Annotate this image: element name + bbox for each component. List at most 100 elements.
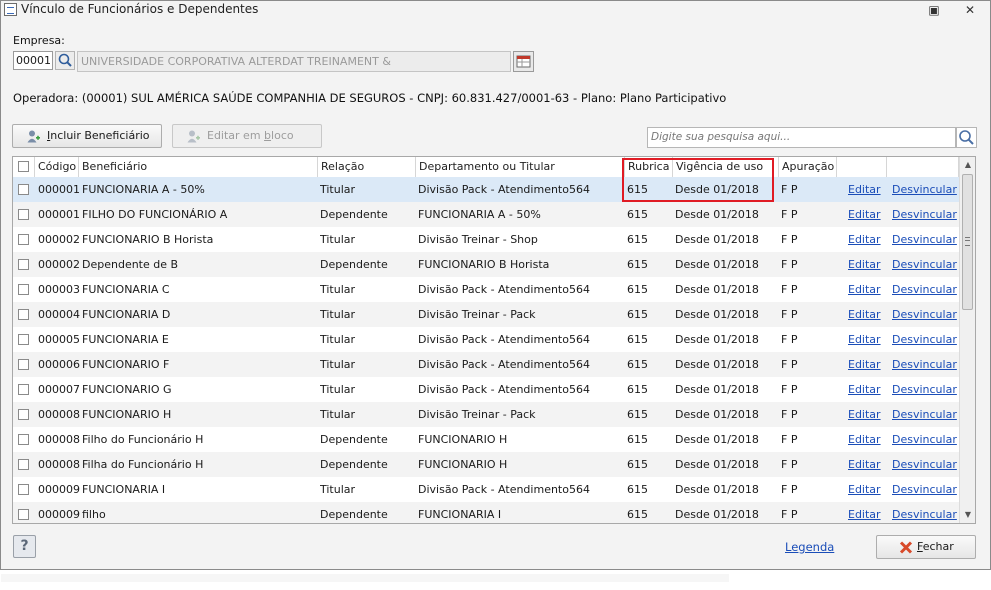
row-checkbox[interactable] bbox=[18, 184, 29, 195]
edit-link[interactable]: Editar bbox=[848, 477, 881, 502]
unlink-link[interactable]: Desvincular bbox=[892, 402, 957, 427]
edit-link[interactable]: Editar bbox=[848, 327, 881, 352]
row-checkbox[interactable] bbox=[18, 509, 29, 520]
edit-link[interactable]: Editar bbox=[848, 227, 881, 252]
cell-beneficiario: FUNCIONARIA C bbox=[82, 283, 170, 296]
vertical-scrollbar[interactable]: ▲ ▼ bbox=[959, 157, 975, 523]
table-row[interactable]: 000001 FUNCIONARIA A - 50% Titular Divisão … bbox=[13, 177, 959, 202]
help-button[interactable]: ? bbox=[13, 535, 36, 558]
cell-apuracao: F P bbox=[781, 258, 798, 271]
unlink-link[interactable]: Desvincular bbox=[892, 302, 957, 327]
table-row[interactable]: 000005 FUNCIONARIA E Titular Divisão Pack -… bbox=[13, 327, 959, 352]
grid-header: Código Beneficiário Relação Departamento… bbox=[13, 157, 959, 178]
table-row[interactable]: 000008 Filho do Funcionário H Dependente FU… bbox=[13, 427, 959, 452]
row-checkbox[interactable] bbox=[18, 334, 29, 345]
magnifier-icon bbox=[58, 53, 72, 67]
unlink-link[interactable]: Desvincular bbox=[892, 377, 957, 402]
row-checkbox[interactable] bbox=[18, 484, 29, 495]
table-row[interactable]: 000008 FUNCIONARIO H Titular Divisão Treina… bbox=[13, 402, 959, 427]
cell-beneficiario: Filho do Funcionário H bbox=[82, 433, 204, 446]
edit-link[interactable]: Editar bbox=[848, 402, 881, 427]
grid-search-button[interactable] bbox=[956, 127, 977, 148]
header-select-all[interactable] bbox=[13, 157, 35, 177]
row-checkbox[interactable] bbox=[18, 409, 29, 420]
table-row[interactable]: 000008 Filha do Funcionário H Dependente FU… bbox=[13, 452, 959, 477]
close-window-icon[interactable]: ✕ bbox=[961, 2, 979, 18]
table-row[interactable]: 000002 FUNCIONARIO B Horista Titular Divisã… bbox=[13, 227, 959, 252]
table-row[interactable]: 000004 FUNCIONARIA D Titular Divisão Treina… bbox=[13, 302, 959, 327]
legenda-link[interactable]: Legenda bbox=[785, 540, 834, 554]
header-relacao[interactable]: Relação bbox=[318, 157, 416, 177]
table-row[interactable]: 000001 FILHO DO FUNCIONÁRIO A Dependente FU… bbox=[13, 202, 959, 227]
row-checkbox[interactable] bbox=[18, 284, 29, 295]
edit-link[interactable]: Editar bbox=[848, 452, 881, 477]
row-checkbox[interactable] bbox=[18, 259, 29, 270]
close-button[interactable]: Fechar bbox=[876, 535, 976, 559]
table-row[interactable]: 000007 FUNCIONARIO G Titular Divisão Pack -… bbox=[13, 377, 959, 402]
unlink-link[interactable]: Desvincular bbox=[892, 277, 957, 302]
header-codigo[interactable]: Código bbox=[35, 157, 79, 177]
unlink-link[interactable]: Desvincular bbox=[892, 502, 957, 523]
company-details-button[interactable] bbox=[513, 51, 534, 72]
select-all-checkbox[interactable] bbox=[18, 161, 29, 172]
cell-beneficiario: filho bbox=[82, 508, 106, 521]
table-row[interactable]: 000002 Dependente de B Dependente FUNCIONAR… bbox=[13, 252, 959, 277]
edit-link[interactable]: Editar bbox=[848, 502, 881, 523]
scroll-up-icon[interactable]: ▲ bbox=[963, 160, 973, 170]
row-checkbox[interactable] bbox=[18, 209, 29, 220]
header-vigencia[interactable]: Vigência de uso bbox=[673, 157, 779, 177]
edit-in-block-button[interactable]: Editar em bloco bbox=[172, 124, 322, 148]
edit-link[interactable]: Editar bbox=[848, 177, 881, 202]
table-row[interactable]: 000009 filho Dependente FUNCIONARIA I 615 Des… bbox=[13, 502, 959, 523]
header-apuracao[interactable]: Apuração bbox=[779, 157, 837, 177]
unlink-link[interactable]: Desvincular bbox=[892, 477, 957, 502]
edit-link[interactable]: Editar bbox=[848, 302, 881, 327]
header-rubrica[interactable]: Rubrica bbox=[625, 157, 673, 177]
cell-rubrica: 615 bbox=[627, 183, 648, 196]
edit-link[interactable]: Editar bbox=[848, 252, 881, 277]
header-departamento[interactable]: Departamento ou Titular bbox=[416, 157, 625, 177]
cell-departamento: Divisão Pack - Atendimento564 bbox=[418, 333, 590, 346]
cell-relacao: Titular bbox=[320, 483, 356, 496]
edit-link[interactable]: Editar bbox=[848, 427, 881, 452]
unlink-link[interactable]: Desvincular bbox=[892, 452, 957, 477]
grid-search-input[interactable]: Digite sua pesquisa aqui... bbox=[647, 127, 956, 148]
cell-relacao: Dependente bbox=[320, 458, 388, 471]
unlink-link[interactable]: Desvincular bbox=[892, 202, 957, 227]
cell-rubrica: 615 bbox=[627, 508, 648, 521]
unlink-link[interactable]: Desvincular bbox=[892, 177, 957, 202]
empresa-search-button[interactable] bbox=[55, 51, 75, 70]
table-row[interactable]: 000003 FUNCIONARIA C Titular Divisão Pack -… bbox=[13, 277, 959, 302]
row-checkbox[interactable] bbox=[18, 434, 29, 445]
cell-departamento: Divisão Treinar - Pack bbox=[418, 308, 536, 321]
restore-icon[interactable]: ▣ bbox=[925, 2, 943, 18]
add-user-icon bbox=[27, 130, 40, 143]
header-beneficiario[interactable]: Beneficiário bbox=[79, 157, 318, 177]
edit-link[interactable]: Editar bbox=[848, 277, 881, 302]
row-checkbox[interactable] bbox=[18, 459, 29, 470]
cell-rubrica: 615 bbox=[627, 333, 648, 346]
unlink-link[interactable]: Desvincular bbox=[892, 427, 957, 452]
header-edit-column bbox=[837, 157, 887, 177]
unlink-link[interactable]: Desvincular bbox=[892, 352, 957, 377]
cell-vigencia: Desde 01/2018 bbox=[675, 258, 759, 271]
empresa-name-field: UNIVERSIDADE CORPORATIVA ALTERDAT TREINA… bbox=[77, 51, 511, 72]
scrollbar-thumb[interactable] bbox=[962, 174, 973, 310]
scroll-down-icon[interactable]: ▼ bbox=[963, 510, 973, 520]
unlink-link[interactable]: Desvincular bbox=[892, 252, 957, 277]
row-checkbox[interactable] bbox=[18, 234, 29, 245]
unlink-link[interactable]: Desvincular bbox=[892, 327, 957, 352]
row-checkbox[interactable] bbox=[18, 359, 29, 370]
edit-link[interactable]: Editar bbox=[848, 377, 881, 402]
table-row[interactable]: 000006 FUNCIONARIO F Titular Divisão Pack -… bbox=[13, 352, 959, 377]
cell-rubrica: 615 bbox=[627, 408, 648, 421]
edit-link[interactable]: Editar bbox=[848, 202, 881, 227]
row-checkbox[interactable] bbox=[18, 309, 29, 320]
table-row[interactable]: 000009 FUNCIONARIA I Titular Divisão Pack -… bbox=[13, 477, 959, 502]
edit-link[interactable]: Editar bbox=[848, 352, 881, 377]
empresa-code-input[interactable]: 00001 bbox=[13, 51, 53, 70]
include-beneficiary-button[interactable]: Incluir Beneficiário bbox=[12, 124, 162, 148]
unlink-link[interactable]: Desvincular bbox=[892, 227, 957, 252]
cell-beneficiario: FUNCIONARIA D bbox=[82, 308, 171, 321]
row-checkbox[interactable] bbox=[18, 384, 29, 395]
